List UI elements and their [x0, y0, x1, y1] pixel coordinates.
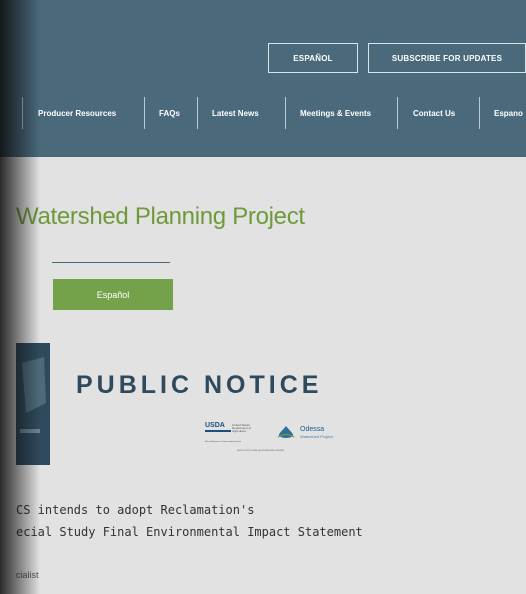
nav-divider [22, 97, 23, 129]
usda-logo-subtext: Natural Resources Conservation Service [205, 441, 242, 443]
nav-divider [479, 97, 480, 129]
nav-divider [285, 97, 286, 129]
nav-item-espanol[interactable]: Espano [494, 97, 523, 129]
notice-text: CS intends to adopt Reclamation's ecial … [16, 499, 363, 543]
espanol-top-button[interactable]: ESPAÑOL [268, 43, 358, 73]
page-title: Watershed Planning Project [16, 203, 305, 230]
notice-image [16, 343, 50, 465]
site-header: ESPAÑOL SUBSCRIBE FOR UPDATES Producer R… [0, 0, 526, 157]
nav-item-contact-us[interactable]: Contact Us [413, 97, 455, 129]
usda-logo: USDA [205, 422, 225, 429]
nav-item-latest-news[interactable]: Latest News [212, 97, 259, 129]
nav-divider [144, 97, 145, 129]
partner-logos: USDA United States Department of Agricul… [205, 422, 350, 458]
specialist-text: cialist [16, 570, 39, 580]
usda-logo-rule [205, 430, 231, 432]
espanol-button[interactable]: Español [53, 279, 173, 310]
nav-item-meetings-events[interactable]: Meetings & Events [300, 97, 371, 129]
odessa-logo-icon [277, 426, 295, 438]
nav-item-producer-resources[interactable]: Producer Resources [38, 97, 116, 129]
subscribe-button[interactable]: SUBSCRIBE FOR UPDATES [368, 43, 526, 73]
usda-logo-text: United States Department of Agriculture [232, 423, 252, 433]
nav-item-faqs[interactable]: FAQs [159, 97, 180, 129]
notice-line-1: CS intends to adopt Reclamation's [16, 503, 255, 517]
title-underline [52, 262, 170, 263]
logo-url: www.nrcs.usda.gov/watershed-plan [237, 448, 285, 452]
nav-divider [397, 97, 398, 129]
odessa-logo: Odessa [300, 426, 325, 433]
notice-line-2: ecial Study Final Environmental Impact S… [16, 525, 363, 539]
odessa-logo-subtext: Watershed Project [300, 434, 333, 439]
main-nav: Producer Resources FAQs Latest News Meet… [0, 97, 526, 129]
nav-divider [197, 97, 198, 129]
public-notice-heading: PUBLIC NOTICE [76, 371, 323, 399]
